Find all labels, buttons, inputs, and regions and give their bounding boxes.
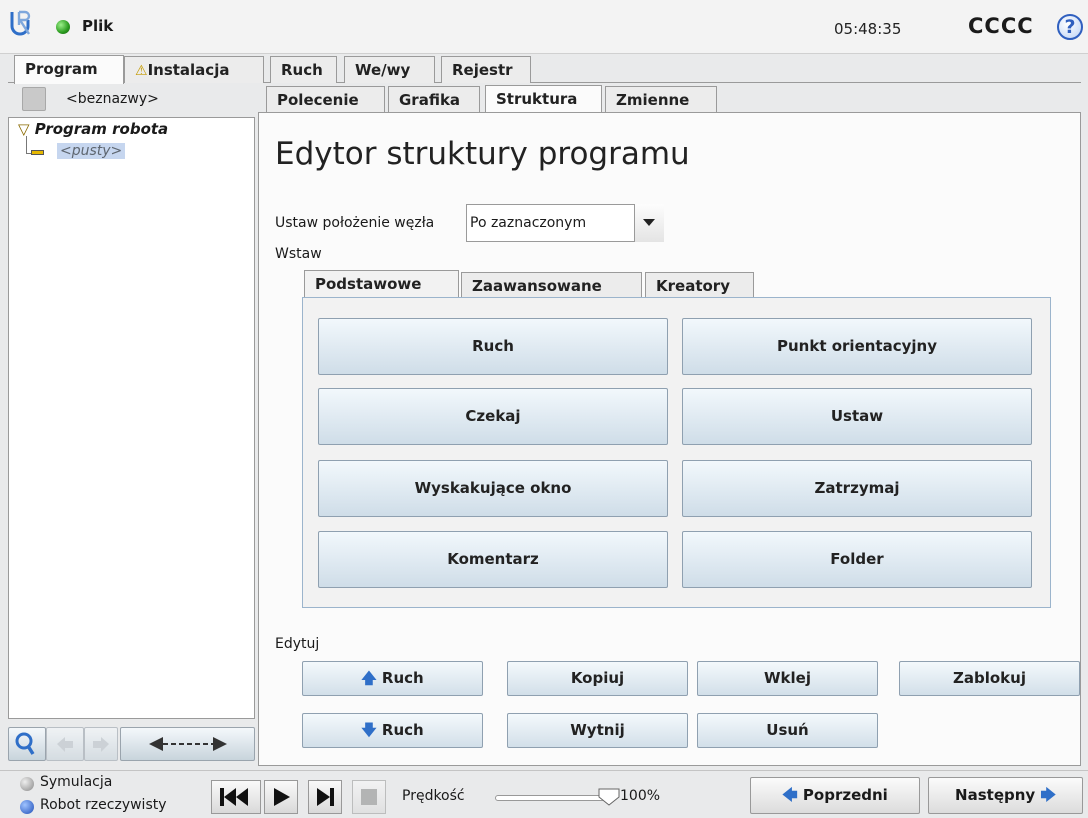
redo-button[interactable] [84, 727, 118, 761]
insert-halt-button[interactable]: Zatrzymaj [682, 460, 1032, 517]
tab-podstawowe[interactable]: Podstawowe [304, 270, 459, 299]
ur-logo-icon [10, 10, 31, 36]
tree-connector [26, 136, 27, 154]
play-icon [274, 788, 290, 806]
save-icon[interactable] [22, 87, 46, 111]
clock: 05:48:35 [834, 20, 902, 38]
tab-ruch[interactable]: Ruch [270, 56, 337, 83]
program-name: <beznazwy> [66, 91, 159, 107]
tree-root-node[interactable]: ▽ Program robota [18, 120, 168, 138]
step-forward-icon [317, 788, 334, 806]
insert-comment-button[interactable]: Komentarz [318, 531, 668, 588]
status-indicator-icon [56, 20, 70, 34]
insert-folder-button[interactable]: Folder [682, 531, 1032, 588]
real-robot-radio[interactable] [20, 800, 34, 814]
program-tree-panel[interactable] [8, 117, 255, 719]
warning-icon: ⚠ [135, 63, 148, 79]
stop-button[interactable] [352, 780, 386, 814]
paste-button[interactable]: Wklej [697, 661, 878, 696]
chevron-down-icon [643, 219, 655, 226]
real-robot-label: Robot rzeczywisty [40, 797, 167, 813]
previous-button[interactable]: 🡄 Poprzedni [750, 777, 920, 814]
speed-slider-handle[interactable] [597, 787, 621, 807]
robot-name: CCCC [968, 14, 1034, 38]
tab-rejestr[interactable]: Rejestr [441, 56, 531, 83]
speed-value: 100% [620, 788, 661, 804]
tab-kreatory[interactable]: Kreatory [645, 272, 754, 299]
insert-label: Wstaw [275, 246, 322, 262]
tab-we-wy[interactable]: We/wy [344, 56, 435, 83]
cut-button[interactable]: Wytnij [507, 713, 688, 748]
empty-node-icon [31, 150, 44, 155]
search-icon [15, 732, 35, 755]
help-icon[interactable]: ? [1057, 14, 1083, 40]
horizontal-arrows-icon [149, 737, 227, 751]
simulation-radio[interactable] [20, 777, 34, 791]
tab-polecenie[interactable]: Polecenie [266, 86, 385, 113]
arrow-right-icon: 🡆 [1040, 786, 1056, 804]
tab-instalacja[interactable]: ⚠Instalacja [124, 56, 264, 83]
copy-button[interactable]: Kopiuj [507, 661, 688, 696]
insert-waypoint-button[interactable]: Punkt orientacyjny [682, 318, 1032, 375]
tab-grafika[interactable]: Grafika [388, 86, 480, 113]
tab-program[interactable]: Program [14, 55, 124, 84]
tab-struktura[interactable]: Struktura [485, 85, 602, 114]
insert-move-button[interactable]: Ruch [318, 318, 668, 375]
search-button[interactable] [8, 727, 46, 761]
skip-back-icon [220, 788, 248, 806]
move-down-button[interactable]: 🡇 Ruch [302, 713, 483, 748]
redo-icon [93, 737, 109, 752]
insert-set-button[interactable]: Ustaw [682, 388, 1032, 445]
page-title: Edytor struktury programu [275, 136, 690, 172]
step-button[interactable] [308, 780, 342, 814]
header-bar [0, 0, 1088, 54]
tree-child-node[interactable]: <pusty> [57, 143, 126, 159]
next-button[interactable]: Następny 🡆 [928, 777, 1083, 814]
rewind-button[interactable] [211, 780, 261, 814]
expand-panel-button[interactable] [120, 727, 255, 761]
tab-zmienne[interactable]: Zmienne [605, 86, 717, 113]
dropdown-arrow-button[interactable] [634, 204, 664, 242]
file-menu[interactable]: Plik [82, 17, 113, 35]
speed-label: Prędkość [402, 788, 465, 804]
edit-label: Edytuj [275, 636, 320, 652]
simulation-label: Symulacja [40, 774, 113, 790]
play-button[interactable] [264, 780, 298, 814]
insert-wait-button[interactable]: Czekaj [318, 388, 668, 445]
undo-button[interactable] [46, 727, 84, 761]
delete-button[interactable]: Usuń [697, 713, 878, 748]
lock-button[interactable]: Zablokuj [899, 661, 1080, 696]
tab-zaawansowane[interactable]: Zaawansowane [461, 272, 642, 299]
stop-icon [361, 789, 377, 805]
move-up-button[interactable]: 🡅 Ruch [302, 661, 483, 696]
insert-popup-button[interactable]: Wyskakujące okno [318, 460, 668, 517]
tree-expand-icon[interactable]: ▽ [18, 120, 30, 138]
speed-slider[interactable] [495, 795, 605, 801]
undo-icon [57, 737, 73, 752]
arrow-down-icon: 🡇 [361, 721, 377, 739]
arrow-up-icon: 🡅 [361, 669, 377, 687]
arrow-left-icon: 🡄 [782, 786, 798, 804]
node-position-label: Ustaw położenie węzła [275, 215, 435, 231]
node-position-value: Po zaznaczonym [470, 215, 587, 231]
